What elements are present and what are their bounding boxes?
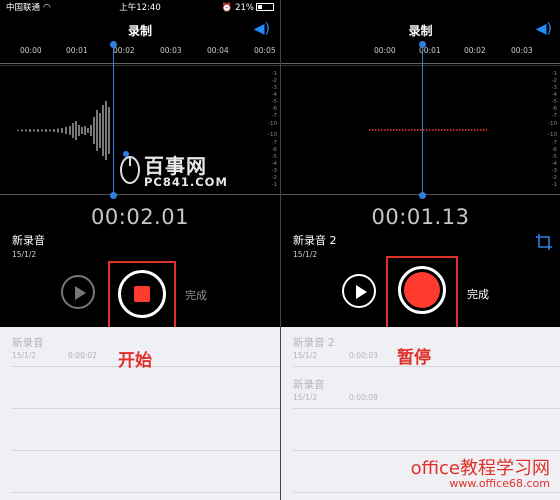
ruler-tick: 00:02 bbox=[113, 46, 135, 55]
db-label: -1 bbox=[271, 71, 277, 77]
playhead-top-dot bbox=[110, 41, 117, 48]
status-bar bbox=[281, 0, 560, 16]
office-watermark-url: www.office68.com bbox=[449, 477, 550, 490]
db-label: -5 bbox=[271, 99, 277, 105]
db-label: -2 bbox=[271, 78, 277, 84]
db-label: -7 bbox=[271, 113, 277, 119]
db-label: -10 bbox=[548, 132, 557, 138]
play-button[interactable] bbox=[61, 275, 95, 309]
caption-start: 开始 bbox=[118, 351, 152, 371]
db-label: -6 bbox=[551, 147, 557, 153]
list-item-duration: 0:00:02 bbox=[68, 351, 97, 360]
db-label: -10 bbox=[548, 121, 557, 127]
record-button[interactable] bbox=[118, 270, 166, 318]
caption-pause: 暂停 bbox=[397, 348, 431, 368]
db-label: -2 bbox=[551, 175, 557, 181]
time-ruler: 00:00 00:01 00:02 00:03 bbox=[281, 46, 560, 64]
ruler-tick: 00:01 bbox=[66, 46, 88, 55]
db-label: -4 bbox=[551, 92, 557, 98]
recording-name[interactable]: 新录音 bbox=[12, 232, 45, 248]
alarm-icon: ⏰ bbox=[221, 3, 236, 13]
pc841-watermark: 百事网 PC841.COM bbox=[118, 150, 278, 190]
nav-title: 录制 bbox=[408, 24, 433, 38]
trim-icon[interactable] bbox=[536, 234, 552, 250]
ruler-tick: 00:00 bbox=[20, 46, 42, 55]
recording-date: 15/1/2 bbox=[293, 250, 318, 259]
speaker-icon[interactable]: ◀) bbox=[536, 21, 552, 37]
db-label: -6 bbox=[551, 106, 557, 112]
right-screen: 录制 ◀) 00:00 00:01 00:02 00:03 -1 -2 -3 -… bbox=[281, 0, 560, 500]
left-screen: 中国联通 ◠ 上午12:40 ⏰ 21% 录制 ◀) 00:00 00:01 00… bbox=[0, 0, 280, 500]
db-label: -7 bbox=[551, 113, 557, 119]
playhead[interactable] bbox=[110, 41, 117, 199]
db-label: -1 bbox=[551, 182, 557, 188]
record-button[interactable] bbox=[398, 266, 446, 314]
db-label: -1 bbox=[551, 71, 557, 77]
waveform-area: -1 -2 -3 -4 -5 -6 -7 -10 -10 -7 -6 -5 -4… bbox=[281, 65, 560, 195]
db-label: -5 bbox=[551, 154, 557, 160]
play-button[interactable] bbox=[342, 274, 376, 308]
playhead-bottom-dot bbox=[110, 192, 117, 199]
recording-date: 15/1/2 bbox=[12, 250, 37, 259]
mouse-logo-icon bbox=[120, 151, 140, 184]
db-label: -3 bbox=[551, 168, 557, 174]
list-item-date: 15/1/2 bbox=[293, 393, 318, 402]
nav-title: 录制 bbox=[127, 24, 152, 38]
status-right: ⏰ 21% bbox=[222, 0, 274, 16]
list-item[interactable] bbox=[12, 369, 280, 409]
ruler-tick: 00:02 bbox=[464, 46, 486, 55]
recording-timer: 00:02.01 bbox=[91, 205, 189, 229]
list-item-date: 15/1/2 bbox=[12, 351, 37, 360]
pc841-url: PC841.COM bbox=[144, 175, 228, 189]
stop-square-icon bbox=[134, 286, 150, 302]
waveform-graph bbox=[369, 129, 487, 131]
recording-timer: 00:01.13 bbox=[371, 205, 470, 229]
db-label: -4 bbox=[271, 92, 277, 98]
list-item-date: 15/1/2 bbox=[293, 351, 318, 360]
waveform-baseline bbox=[0, 194, 280, 195]
list-item[interactable] bbox=[293, 411, 560, 451]
list-item-name: 新录音 bbox=[12, 337, 44, 349]
list-item-name: 新录音 bbox=[293, 379, 325, 391]
db-label: -5 bbox=[551, 99, 557, 105]
speaker-icon[interactable]: ◀) bbox=[254, 21, 270, 37]
db-label: -10 bbox=[268, 132, 277, 138]
list-item-name: 新录音 2 bbox=[293, 337, 335, 349]
ruler-tick: 00:03 bbox=[160, 46, 182, 55]
list-item-duration: 0:00:09 bbox=[349, 393, 378, 402]
battery-label: 21% bbox=[235, 3, 254, 13]
list-item[interactable] bbox=[12, 411, 280, 451]
db-label: -3 bbox=[271, 85, 277, 91]
list-item[interactable] bbox=[12, 453, 280, 493]
list-item-duration: 0:00:03 bbox=[349, 351, 378, 360]
db-label: -4 bbox=[551, 161, 557, 167]
done-button[interactable]: 完成 bbox=[467, 286, 489, 302]
playhead-bottom-dot bbox=[419, 192, 426, 199]
record-circle-icon bbox=[404, 272, 440, 308]
db-label: -7 bbox=[271, 140, 277, 146]
db-label: -6 bbox=[271, 106, 277, 112]
db-label: -2 bbox=[551, 78, 557, 84]
waveform-bars bbox=[17, 101, 110, 160]
ruler-tick: 00:04 bbox=[207, 46, 229, 55]
playhead[interactable] bbox=[419, 41, 426, 199]
status-bar: 中国联通 ◠ 上午12:40 ⏰ 21% bbox=[0, 0, 280, 16]
done-button[interactable]: 完成 bbox=[185, 287, 207, 303]
ruler-tick: 00:05 bbox=[254, 46, 276, 55]
db-label: -10 bbox=[268, 121, 277, 127]
recording-name[interactable]: 新录音 2 bbox=[293, 232, 337, 248]
ruler-tick: 00:00 bbox=[374, 46, 396, 55]
time-ruler: 00:00 00:01 00:02 00:03 00:04 00:05 bbox=[0, 46, 280, 64]
db-label: -3 bbox=[551, 85, 557, 91]
battery-icon bbox=[256, 3, 274, 11]
ruler-tick: 00:03 bbox=[511, 46, 533, 55]
playhead-top-dot bbox=[419, 41, 426, 48]
list-item[interactable]: 新录音 15/1/2 0:00:09 bbox=[293, 369, 560, 409]
db-label: -7 bbox=[551, 140, 557, 146]
